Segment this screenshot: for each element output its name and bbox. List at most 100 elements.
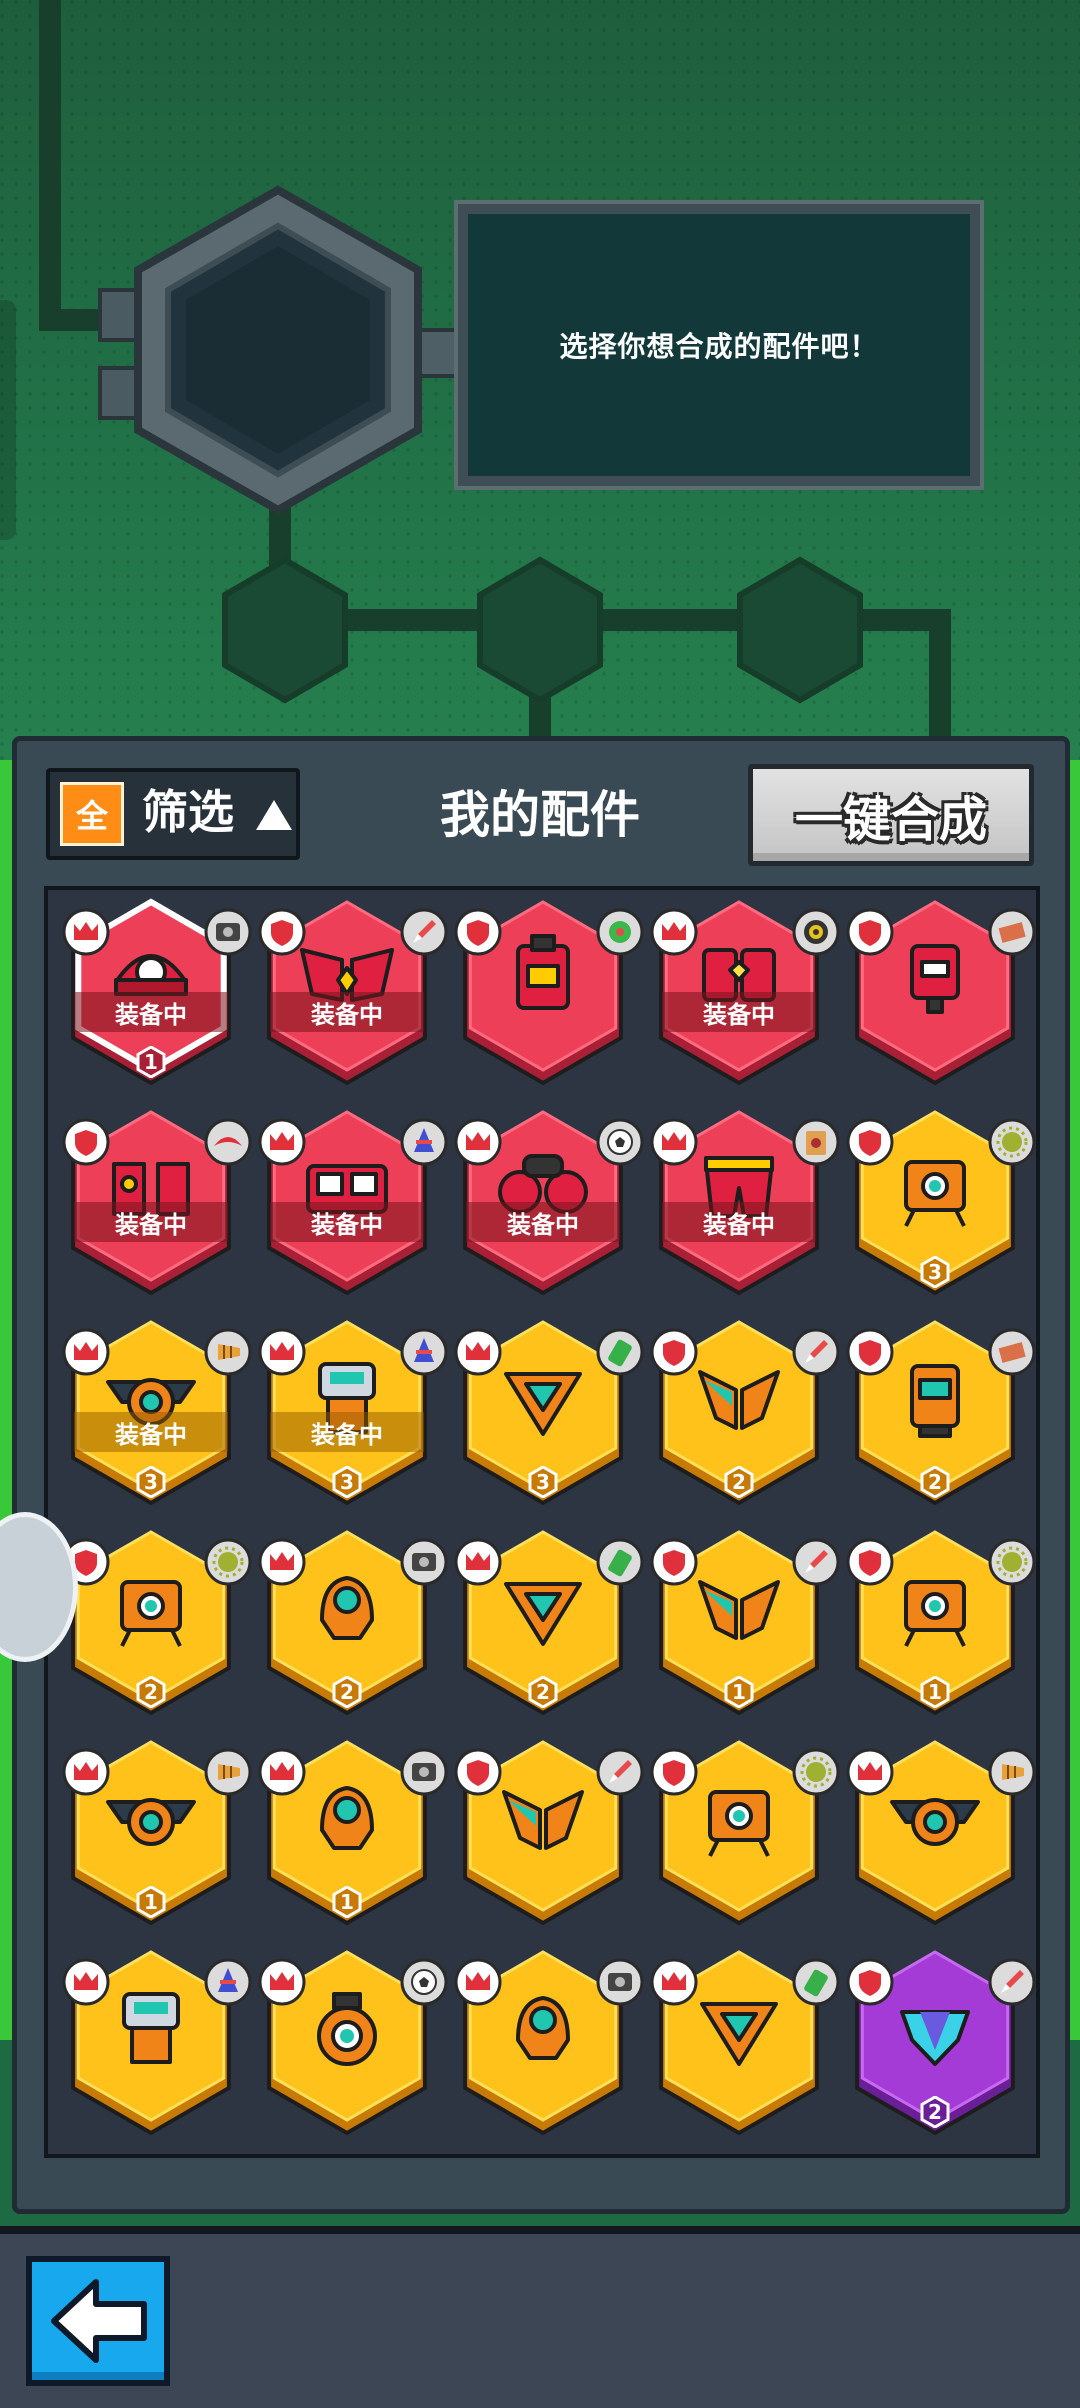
crown-icon <box>60 906 112 958</box>
drill-icon <box>986 1746 1038 1798</box>
crown-icon <box>452 1116 504 1168</box>
camera-icon <box>594 1956 646 2008</box>
level-badge: 2 <box>135 1675 167 1709</box>
cactus-icon <box>594 906 646 958</box>
part-item[interactable]: 装备中 3 <box>56 1310 252 1510</box>
part-item[interactable] <box>448 1730 644 1930</box>
level-badge: 2 <box>331 1675 363 1709</box>
level-badge: 2 <box>919 2095 951 2129</box>
panel-title: 我的配件 <box>440 786 640 844</box>
equipped-label: 装备中 <box>662 992 816 1032</box>
crown-icon <box>256 1116 308 1168</box>
shield-icon <box>648 1746 700 1798</box>
crown-icon <box>60 1746 112 1798</box>
shield-icon <box>648 1326 700 1378</box>
part-item[interactable] <box>644 1730 840 1930</box>
drill-icon <box>202 1326 254 1378</box>
part-item[interactable]: 3 <box>840 1100 1036 1300</box>
battery-icon <box>594 1326 646 1378</box>
back-button[interactable] <box>26 2256 170 2386</box>
message-text: 选择你想合成的配件吧！ <box>559 330 879 363</box>
shield-icon <box>844 906 896 958</box>
part-item[interactable]: 1 <box>840 1520 1036 1720</box>
rocket-icon <box>398 906 450 958</box>
level-number: 1 <box>928 1680 942 1704</box>
level-badge: 1 <box>135 1045 167 1079</box>
crown-icon <box>60 1956 112 2008</box>
boomerang-icon <box>202 1116 254 1168</box>
level-number: 1 <box>144 1050 158 1074</box>
crown-icon <box>256 1326 308 1378</box>
spinner-icon <box>202 1956 254 2008</box>
part-item[interactable]: 1 <box>644 1520 840 1720</box>
crown-icon <box>256 1956 308 2008</box>
part-item[interactable]: 装备中 3 <box>252 1310 448 1510</box>
level-badge: 3 <box>527 1465 559 1499</box>
level-number: 2 <box>144 1680 158 1704</box>
equipped-label: 装备中 <box>662 1202 816 1242</box>
level-badge: 3 <box>919 1255 951 1289</box>
level-number: 3 <box>928 1260 942 1284</box>
crown-icon <box>256 1536 308 1588</box>
part-item[interactable]: 装备中 <box>448 1100 644 1300</box>
shield-icon <box>844 1116 896 1168</box>
virus-icon <box>790 1746 842 1798</box>
part-item[interactable]: 1 <box>252 1730 448 1930</box>
level-badge: 1 <box>331 1885 363 1919</box>
triangle-up-icon <box>256 800 292 830</box>
part-item[interactable] <box>56 1940 252 2140</box>
part-item[interactable]: 装备中 <box>252 890 448 1090</box>
level-number: 1 <box>340 1890 354 1914</box>
crown-icon <box>452 1956 504 2008</box>
virus-icon <box>202 1536 254 1588</box>
part-item[interactable]: 装备中 <box>56 1100 252 1300</box>
part-item[interactable] <box>840 890 1036 1090</box>
crown-icon <box>648 1116 700 1168</box>
camera-icon <box>202 906 254 958</box>
part-item[interactable]: 2 <box>252 1520 448 1720</box>
arrow-left-icon <box>51 2279 147 2363</box>
level-number: 3 <box>340 1470 354 1494</box>
filter-all-chip[interactable]: 全 <box>60 782 124 846</box>
part-item[interactable]: 1 <box>56 1730 252 1930</box>
part-item[interactable]: 2 <box>840 1310 1036 1510</box>
level-number: 2 <box>340 1680 354 1704</box>
rocket-icon <box>594 1746 646 1798</box>
part-item[interactable]: 装备中 1 <box>56 890 252 1090</box>
level-number: 1 <box>732 1680 746 1704</box>
filter-button[interactable]: 全 筛选 <box>46 768 300 860</box>
part-item[interactable]: 2 <box>448 1520 644 1720</box>
level-badge: 2 <box>919 1465 951 1499</box>
part-item[interactable] <box>840 1730 1036 1930</box>
part-item[interactable]: 2 <box>56 1520 252 1720</box>
one-click-merge-button[interactable]: 一键合成 <box>748 764 1034 866</box>
level-badge: 2 <box>723 1465 755 1499</box>
equipped-label: 装备中 <box>270 1202 424 1242</box>
crown-icon <box>256 1746 308 1798</box>
level-badge: 1 <box>919 1675 951 1709</box>
spinner-icon <box>398 1116 450 1168</box>
shield-icon <box>844 1326 896 1378</box>
part-item[interactable] <box>448 1940 644 2140</box>
part-item[interactable]: 装备中 <box>252 1100 448 1300</box>
rocket-icon <box>790 1326 842 1378</box>
filter-label: 筛选 <box>142 785 234 839</box>
part-item[interactable]: 2 <box>840 1940 1036 2140</box>
level-number: 3 <box>536 1470 550 1494</box>
part-item[interactable]: 2 <box>644 1310 840 1510</box>
shield-icon <box>60 1116 112 1168</box>
part-item[interactable] <box>252 1940 448 2140</box>
part-item[interactable]: 装备中 <box>644 890 840 1090</box>
part-item[interactable] <box>448 890 644 1090</box>
shield-icon <box>452 1746 504 1798</box>
part-item[interactable]: 装备中 <box>644 1100 840 1300</box>
rocket-icon <box>790 1536 842 1588</box>
level-number: 2 <box>928 1470 942 1494</box>
part-item[interactable] <box>644 1940 840 2140</box>
crown-icon <box>648 1956 700 2008</box>
level-badge: 1 <box>723 1675 755 1709</box>
crown-icon <box>648 906 700 958</box>
part-item[interactable]: 3 <box>448 1310 644 1510</box>
card-icon <box>790 1116 842 1168</box>
level-badge: 3 <box>331 1465 363 1499</box>
